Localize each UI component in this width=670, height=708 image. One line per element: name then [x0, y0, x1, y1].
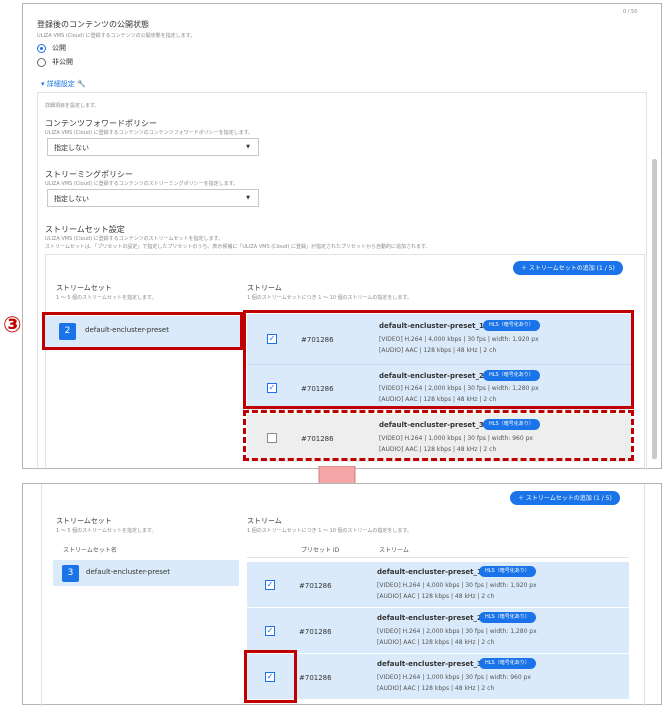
- audio-spec: [AUDIO] AAC | 128 kbps | 48 kHz | 2 ch: [377, 593, 495, 600]
- bottom-screenshot-panel: ＋ ストリームセットの追加 (1 / 5) ストリームセット 1 ～ 5 個のス…: [22, 483, 662, 706]
- radio-on-icon: [37, 43, 46, 53]
- hls-badge: HLS（暗号化あり）: [479, 658, 536, 669]
- stream-set-settings-desc1: ULIZA VMS (Cloud) に登録するコンテンツのストリームセットを指定…: [45, 236, 223, 242]
- preset-name: default-encluster-preset_2: [377, 614, 482, 622]
- stream-set-name: default-encluster-preset: [86, 568, 170, 576]
- stream-header: ストリーム: [247, 284, 282, 292]
- scrollbar[interactable]: [652, 159, 657, 459]
- stream-set-settings-title: ストリームセット設定: [45, 225, 125, 234]
- video-spec: [VIDEO] H.264 | 1,000 kbps | 30 fps | wi…: [377, 674, 531, 681]
- details-toggle[interactable]: ▾ 詳細設定 🔧: [41, 79, 86, 89]
- char-counter: 0 / 50: [623, 9, 638, 15]
- stream-desc: 1 個のストリームセットにつき 1 ～ 10 個のストリームの指定をします。: [247, 295, 412, 301]
- audio-spec: [AUDIO] AAC | 128 kbps | 48 kHz | 2 ch: [377, 639, 495, 646]
- forward-policy-title: コンテンツフォワードポリシー: [45, 119, 157, 128]
- checkbox-checked-icon[interactable]: ✓: [265, 626, 275, 636]
- add-stream-set-button[interactable]: ＋ ストリームセットの追加 (1 / 5): [510, 491, 620, 505]
- publish-state-desc: ULIZA VMS (Cloud) に登録するコンテンツの公開状態を指定します。: [37, 33, 196, 39]
- radio-public-label: 公開: [52, 44, 66, 52]
- audio-spec: [AUDIO] AAC | 128 kbps | 48 kHz | 2 ch: [377, 685, 495, 692]
- streamset-desc: 1 ～ 5 個のストリームセットを指定します。: [56, 295, 157, 301]
- stream-set-settings-desc2: ストリームセットは、「プリセットの設定」で指定したプリセットのうち、表示候補に「…: [45, 244, 431, 250]
- streaming-policy-select[interactable]: 指定しない ▼: [47, 189, 259, 207]
- header-divider: [247, 557, 629, 558]
- preset-name: default-encluster-preset_1: [377, 568, 482, 576]
- stream-set-item[interactable]: 3 default-encluster-preset: [53, 560, 239, 586]
- details-desc: 詳細項目を設定します。: [45, 103, 100, 109]
- radio-public[interactable]: 公開: [37, 43, 66, 53]
- col-streamset-name: ストリームセット名: [63, 547, 117, 554]
- radio-private-label: 非公開: [52, 58, 73, 66]
- preset-name: default-encluster-preset_3: [377, 660, 482, 668]
- hls-badge: HLS（暗号化あり）: [479, 612, 536, 623]
- publish-state-title: 登録後のコンテンツの公開状態: [37, 20, 149, 29]
- forward-policy-value: 指定しない: [54, 144, 89, 152]
- forward-policy-select[interactable]: 指定しない ▼: [47, 138, 259, 156]
- step-marker: ③: [3, 313, 22, 338]
- preset-id: #701286: [299, 628, 332, 636]
- video-spec: [VIDEO] H.264 | 4,000 kbps | 30 fps | wi…: [377, 582, 537, 589]
- streamset-desc: 1 ～ 5 個のストリームセットを指定します。: [56, 528, 157, 534]
- wrench-icon: 🔧: [76, 80, 86, 88]
- radio-off-icon: [37, 57, 46, 67]
- hls-badge: HLS（暗号化あり）: [479, 566, 536, 577]
- stream-row[interactable]: ✓ #701286 default-encluster-preset_3 HLS…: [247, 654, 629, 699]
- checkbox-checked-icon[interactable]: ✓: [265, 580, 275, 590]
- streaming-policy-title: ストリーミングポリシー: [45, 170, 133, 179]
- highlight-unchecked-row: [243, 410, 634, 461]
- radio-private[interactable]: 非公開: [37, 57, 73, 67]
- streaming-policy-value: 指定しない: [54, 195, 89, 203]
- highlight-new-checkbox: [244, 650, 297, 703]
- preset-id: #701286: [299, 674, 332, 682]
- highlight-checked-rows: [243, 310, 634, 409]
- caret-down-icon: ▼: [246, 144, 250, 150]
- col-stream: ストリーム: [379, 547, 409, 554]
- caret-down-icon: ▼: [246, 195, 250, 201]
- stream-row[interactable]: ✓ #701286 default-encluster-preset_1 HLS…: [247, 562, 629, 607]
- add-stream-set-button[interactable]: ＋ ストリームセットの追加 (1 / 5): [513, 261, 623, 275]
- stream-set-count: 3: [62, 565, 79, 582]
- streamset-header: ストリームセット: [56, 284, 112, 292]
- highlight-stream-set: [42, 312, 243, 350]
- video-spec: [VIDEO] H.264 | 2,000 kbps | 30 fps | wi…: [377, 628, 537, 635]
- preset-id: #701286: [299, 582, 332, 590]
- forward-policy-desc: ULIZA VMS (Cloud) に登録するコンテンツのコンテンツフォワードポ…: [45, 130, 254, 136]
- streamset-header: ストリームセット: [56, 517, 112, 525]
- stream-header: ストリーム: [247, 517, 282, 525]
- col-preset-id: プリセット ID: [301, 547, 340, 554]
- stream-row[interactable]: ✓ #701286 default-encluster-preset_2 HLS…: [247, 608, 629, 653]
- details-toggle-label: ▾ 詳細設定: [41, 80, 75, 88]
- stream-desc: 1 個のストリームセットにつき 1 ～ 10 個のストリームの指定をします。: [247, 528, 412, 534]
- streaming-policy-desc: ULIZA VMS (Cloud) に登録するコンテンツのストリーミングポリシー…: [45, 181, 239, 187]
